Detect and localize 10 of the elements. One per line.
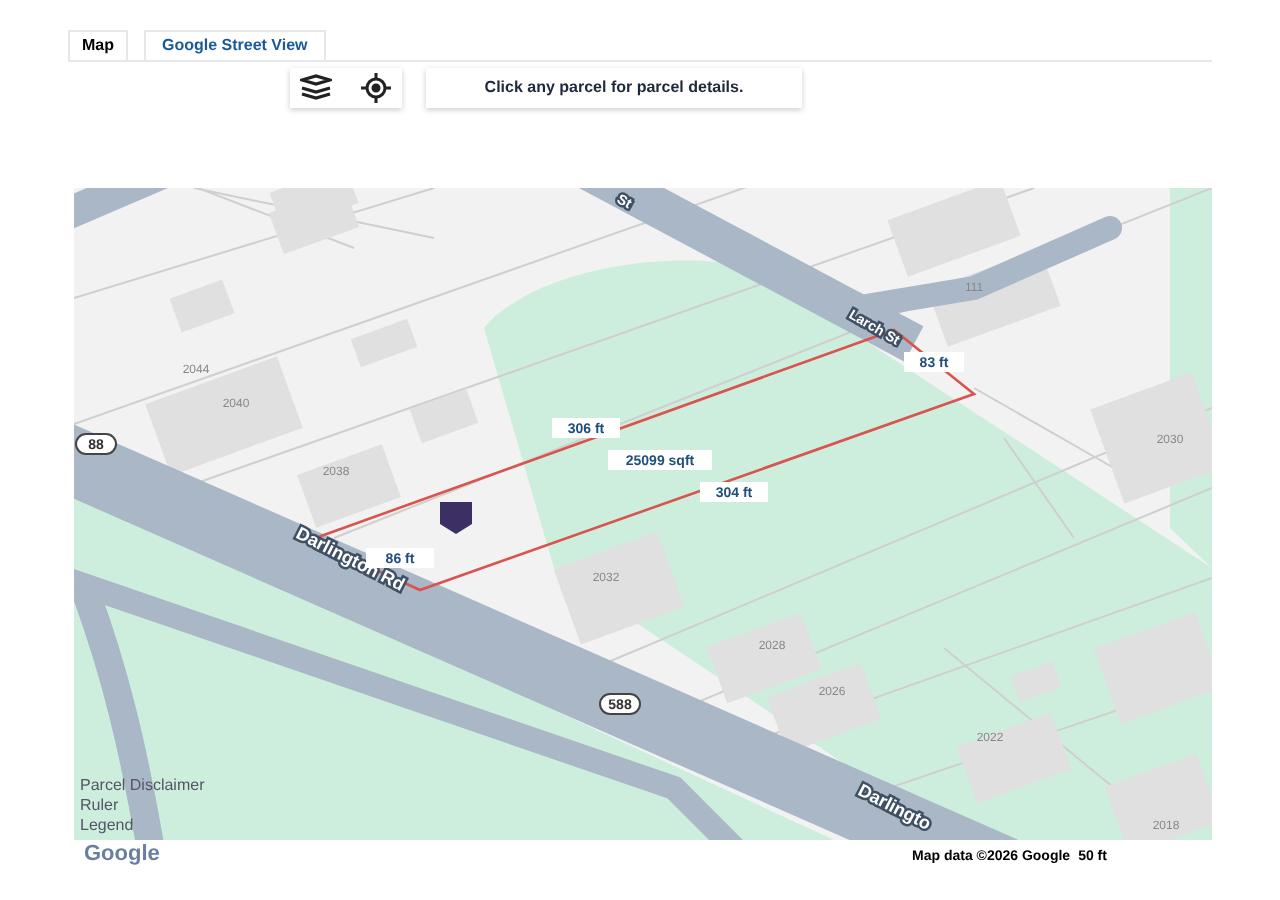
map-logo: Google	[84, 840, 160, 870]
parcel-marker-icon[interactable]	[440, 502, 472, 534]
map-link[interactable]: Parcel Disclaimer	[80, 776, 205, 796]
tab[interactable]: Google Street View	[144, 30, 326, 60]
layers-icon[interactable]	[300, 74, 332, 102]
locate-icon[interactable]	[360, 72, 392, 104]
map-link[interactable]: Ruler	[80, 796, 205, 816]
tab[interactable]: Map	[68, 30, 128, 60]
map-link[interactable]: Legend	[80, 816, 205, 836]
info-message: Click any parcel for parcel details.	[426, 68, 802, 108]
